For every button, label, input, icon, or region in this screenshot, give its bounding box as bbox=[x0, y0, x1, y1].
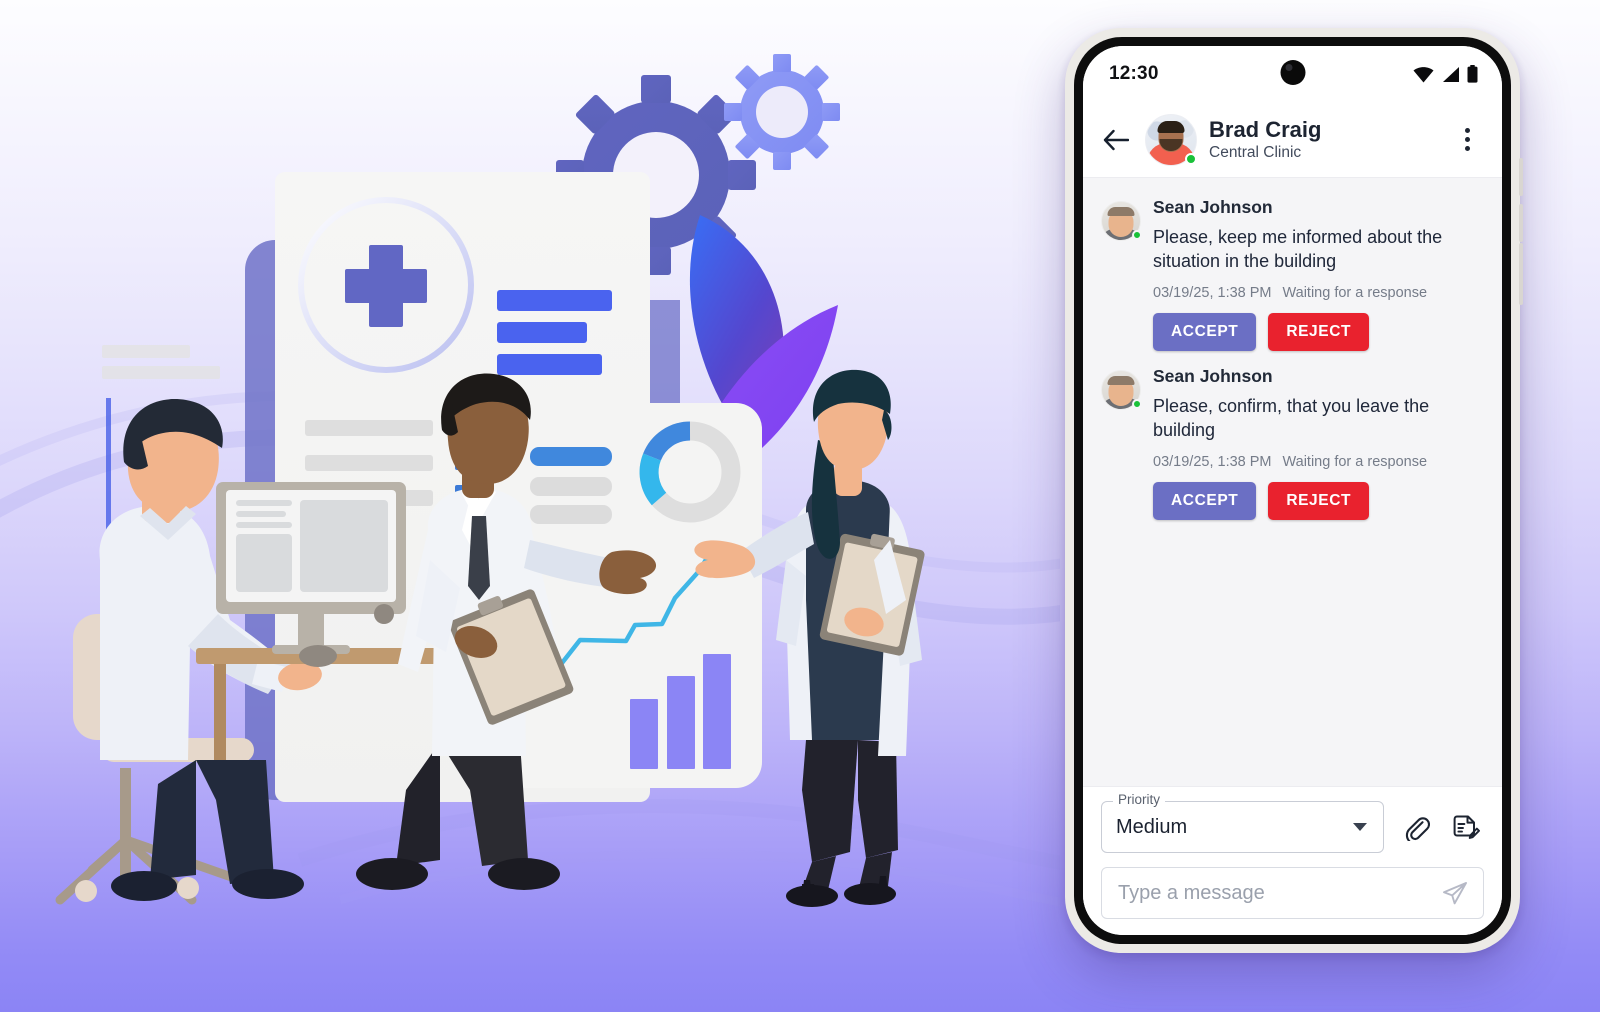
message-text: Please, confirm, that you leave the buil… bbox=[1153, 396, 1430, 441]
front-camera-punch-hole bbox=[1280, 60, 1305, 85]
message-meta: 03/19/25, 1:38 PM Waiting for a response bbox=[1153, 285, 1480, 301]
message-item: Sean Johnson Please, keep me informed ab… bbox=[1083, 192, 1502, 361]
volume-up-button[interactable] bbox=[1519, 158, 1523, 196]
priority-row: Priority Medium bbox=[1101, 793, 1484, 853]
priority-label: Priority bbox=[1113, 793, 1166, 807]
message-online-dot bbox=[1132, 230, 1142, 240]
message-content: Sean Johnson Please, keep me informed ab… bbox=[1153, 197, 1480, 352]
message-avatar bbox=[1101, 201, 1142, 241]
template-button[interactable] bbox=[1448, 809, 1484, 845]
phone-mockup: 12:30 Brad Craig Central Clinic Sean Joh… bbox=[1065, 28, 1523, 953]
priority-value: Medium bbox=[1116, 815, 1188, 838]
signal-icon bbox=[1443, 66, 1459, 82]
back-arrow-icon bbox=[1103, 129, 1129, 150]
message-item: Sean Johnson Please, confirm, that you l… bbox=[1083, 361, 1502, 530]
contact-name: Brad Craig bbox=[1209, 116, 1322, 142]
message-sender: Sean Johnson bbox=[1153, 366, 1273, 387]
send-button[interactable] bbox=[1438, 876, 1472, 910]
message-actions: ACCEPT REJECT bbox=[1153, 482, 1480, 521]
message-meta: 03/19/25, 1:38 PM Waiting for a response bbox=[1153, 454, 1480, 470]
avatar[interactable] bbox=[1145, 113, 1197, 166]
message-sender: Sean Johnson bbox=[1153, 197, 1273, 217]
message-status: Waiting for a response bbox=[1282, 285, 1428, 302]
message-avatar-hair bbox=[1107, 207, 1135, 216]
status-time: 12:30 bbox=[1109, 63, 1159, 84]
accept-button[interactable]: ACCEPT bbox=[1153, 313, 1257, 352]
back-button[interactable] bbox=[1099, 123, 1133, 157]
priority-select[interactable]: Priority Medium bbox=[1101, 793, 1384, 853]
power-button[interactable] bbox=[1519, 243, 1523, 305]
chat-message-list[interactable]: Sean Johnson Please, keep me informed ab… bbox=[1083, 178, 1502, 786]
message-avatar-hair bbox=[1107, 376, 1135, 386]
phone-screen: 12:30 Brad Craig Central Clinic Sean Joh… bbox=[1083, 46, 1502, 935]
kebab-dot bbox=[1464, 128, 1470, 133]
front-card-lines bbox=[530, 447, 612, 524]
battery-icon bbox=[1467, 65, 1478, 83]
kebab-menu-icon[interactable] bbox=[1452, 123, 1482, 157]
illustration bbox=[0, 0, 1082, 1012]
kebab-dot bbox=[1464, 146, 1470, 151]
message-online-dot bbox=[1132, 399, 1142, 410]
message-text: Please, keep me informed about the situa… bbox=[1153, 227, 1443, 272]
wifi-icon bbox=[1413, 66, 1434, 82]
chat-header: Brad Craig Central Clinic bbox=[1083, 102, 1502, 178]
message-actions: ACCEPT REJECT bbox=[1153, 313, 1480, 352]
message-input-row bbox=[1101, 867, 1484, 919]
chevron-down-icon bbox=[1353, 823, 1367, 831]
avatar-hair bbox=[1157, 120, 1185, 133]
document-edit-icon bbox=[1453, 815, 1480, 839]
reject-button[interactable]: REJECT bbox=[1268, 482, 1370, 521]
online-status-dot bbox=[1185, 152, 1197, 165]
status-icons bbox=[1413, 65, 1478, 83]
chat-header-text: Brad Craig Central Clinic bbox=[1209, 116, 1440, 162]
paperclip-icon bbox=[1405, 817, 1430, 841]
status-bar: 12:30 bbox=[1083, 46, 1502, 102]
message-timestamp: 03/19/25, 1:38 PM bbox=[1153, 285, 1272, 302]
phone-bezel: 12:30 Brad Craig Central Clinic Sean Joh… bbox=[1074, 37, 1511, 944]
message-content: Sean Johnson Please, confirm, that you l… bbox=[1153, 366, 1480, 521]
send-paper-plane-icon bbox=[1443, 882, 1467, 905]
message-timestamp: 03/19/25, 1:38 PM bbox=[1153, 454, 1272, 471]
accept-button[interactable]: ACCEPT bbox=[1153, 482, 1257, 521]
contact-subtitle: Central Clinic bbox=[1209, 144, 1302, 162]
volume-down-button[interactable] bbox=[1519, 204, 1523, 242]
message-status: Waiting for a response bbox=[1282, 454, 1428, 471]
message-avatar bbox=[1101, 370, 1142, 411]
reject-button[interactable]: REJECT bbox=[1268, 313, 1370, 352]
attach-button[interactable] bbox=[1398, 809, 1434, 845]
message-input[interactable] bbox=[1101, 867, 1484, 919]
kebab-dot bbox=[1464, 137, 1470, 142]
screenshot-canvas: 12:30 Brad Craig Central Clinic Sean Joh… bbox=[0, 0, 1600, 1012]
gear-small bbox=[724, 54, 840, 170]
message-composer: Priority Medium bbox=[1083, 786, 1502, 935]
